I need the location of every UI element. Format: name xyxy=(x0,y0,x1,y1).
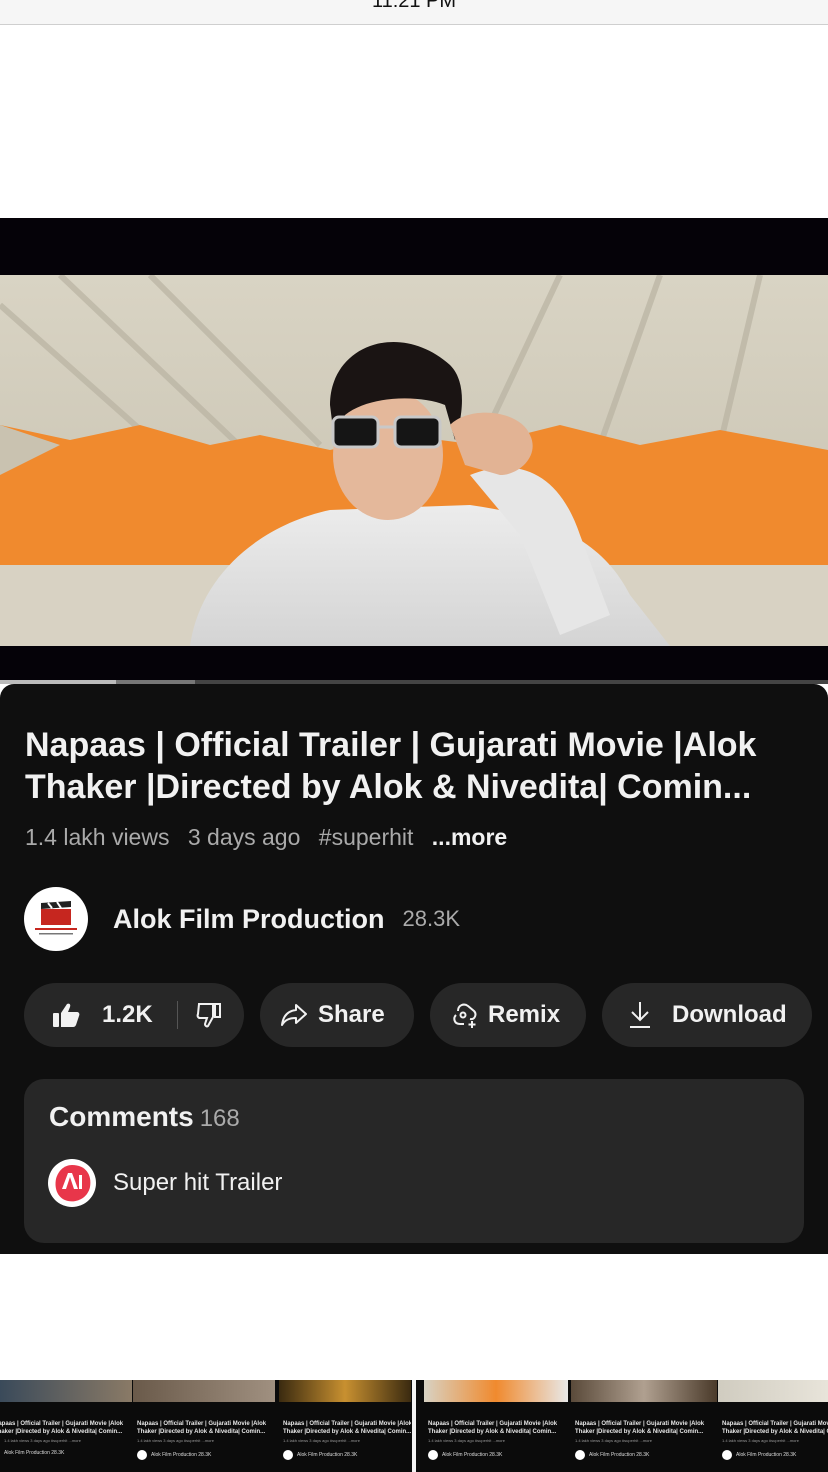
share-button[interactable]: Share xyxy=(260,983,414,1047)
hashtag[interactable]: #superhit xyxy=(319,824,414,850)
strip-meta: 1.4 lakh views 3 days ago #superhit ...m… xyxy=(137,1438,214,1443)
strip-item[interactable]: Napaas | Official Trailer | Gujarati Mov… xyxy=(424,1380,568,1472)
strip-avatar xyxy=(137,1450,147,1460)
top-comment: Super hit Trailer xyxy=(113,1169,283,1196)
related-thumbnail-strip[interactable]: Napaas | Official Trailer | Gujarati Mov… xyxy=(0,1380,828,1472)
strip-item[interactable]: Napaas | Official Trailer | Gujarati Mov… xyxy=(133,1380,275,1472)
upload-age: 3 days ago xyxy=(187,824,301,850)
strip-thumbnail xyxy=(424,1380,568,1402)
share-label: Share xyxy=(318,1001,385,1028)
strip-channel: Alok Film Production 28.3K xyxy=(137,1450,211,1460)
video-meta[interactable]: 1.4 lakh views 3 days ago #superhit ...m… xyxy=(25,824,519,851)
strip-title: Napaas | Official Trailer | Gujarati Mov… xyxy=(137,1421,267,1435)
thumbs-up-icon[interactable] xyxy=(52,1002,80,1028)
strip-meta: 1.4 lakh views 3 days ago #superhit ...m… xyxy=(722,1438,799,1443)
download-label: Download xyxy=(672,1001,787,1028)
strip-item[interactable]: Napaas | Official Trailer | Gujarati Mov… xyxy=(718,1380,828,1472)
strip-channel-name: Alok Film Production 28.3K xyxy=(4,1450,65,1456)
remix-label: Remix xyxy=(488,1001,561,1028)
strip-title: Napaas | Official Trailer | Gujarati Mov… xyxy=(428,1421,558,1435)
channel-row[interactable]: Alok Film Production 28.3K xyxy=(24,887,460,951)
strip-avatar xyxy=(283,1450,293,1460)
status-bar: 11:21 PM xyxy=(0,0,828,25)
more-link[interactable]: ...more xyxy=(432,824,507,850)
strip-channel-name: Alok Film Production 28.3K xyxy=(297,1452,358,1458)
video-title[interactable]: Napaas | Official Trailer | Gujarati Mov… xyxy=(25,724,805,808)
video-details-panel: Napaas | Official Trailer | Gujarati Mov… xyxy=(0,684,828,1254)
strip-title: Napaas | Official Trailer | Gujarati Mov… xyxy=(722,1421,828,1435)
strip-title: Napaas | Official Trailer | Gujarati Mov… xyxy=(575,1421,705,1435)
strip-channel: Alok Film Production 28.3K xyxy=(722,1450,796,1460)
strip-meta: 1.4 lakh views 3 days ago #superhit ...m… xyxy=(428,1438,505,1443)
video-player[interactable] xyxy=(0,218,828,684)
strip-channel: Alok Film Production 28.3K xyxy=(575,1450,649,1460)
strip-channel-name: Alok Film Production 28.3K xyxy=(589,1452,650,1458)
comments-header: Comments 168 xyxy=(49,1101,240,1133)
strip-title: Napaas | Official Trailer | Gujarati Mov… xyxy=(283,1421,411,1435)
strip-avatar xyxy=(722,1450,732,1460)
strip-divider xyxy=(412,1380,416,1472)
channel-avatar[interactable] xyxy=(24,887,88,951)
download-button[interactable]: Download xyxy=(602,983,812,1047)
channel-name[interactable]: Alok Film Production xyxy=(113,904,385,935)
strip-channel-name: Alok Film Production 28.3K xyxy=(442,1452,503,1458)
video-frame[interactable] xyxy=(0,275,828,646)
strip-channel: Alok Film Production 28.3K xyxy=(283,1450,357,1460)
remix-icon xyxy=(453,1003,477,1028)
strip-meta: 1.4 lakh views 3 days ago #superhit ...m… xyxy=(283,1438,360,1443)
strip-thumbnail xyxy=(0,1380,132,1402)
strip-channel: Alok Film Production 28.3K xyxy=(4,1450,64,1456)
comments-title: Comments xyxy=(49,1101,194,1132)
strip-channel-name: Alok Film Production 28.3K xyxy=(151,1452,212,1458)
strip-thumbnail xyxy=(133,1380,275,1402)
strip-meta: 1.4 lakh views 3 days ago #superhit ...m… xyxy=(575,1438,652,1443)
share-icon xyxy=(281,1004,307,1026)
strip-channel: Alok Film Production 28.3K xyxy=(428,1450,502,1460)
strip-avatar xyxy=(575,1450,585,1460)
like-divider xyxy=(176,1001,178,1029)
view-count: 1.4 lakh views xyxy=(25,824,170,850)
comments-card[interactable]: Comments 168 Super hit Trailer xyxy=(24,1079,804,1243)
strip-thumbnail xyxy=(279,1380,411,1402)
like-count[interactable]: 1.2K xyxy=(102,1001,153,1029)
strip-title: Napaas | Official Trailer | Gujarati Mov… xyxy=(0,1421,124,1435)
status-time: 11:21 PM xyxy=(371,0,457,12)
strip-meta: 1.4 lakh views 3 days ago #superhit ...m… xyxy=(4,1438,81,1443)
download-icon xyxy=(630,1002,650,1028)
remix-button[interactable]: Remix xyxy=(430,983,586,1047)
strip-thumbnail xyxy=(571,1380,717,1402)
strip-avatar xyxy=(428,1450,438,1460)
strip-item[interactable]: Napaas | Official Trailer | Gujarati Mov… xyxy=(279,1380,411,1472)
strip-channel-name: Alok Film Production 28.3K xyxy=(736,1452,797,1458)
ai-logo-icon xyxy=(48,1159,96,1207)
thumbs-down-icon[interactable] xyxy=(196,1002,222,1028)
strip-item[interactable]: Napaas | Official Trailer | Gujarati Mov… xyxy=(571,1380,717,1472)
comments-count: 168 xyxy=(199,1105,240,1132)
like-dislike-group: 1.2K xyxy=(24,983,244,1047)
subscriber-count: 28.3K xyxy=(402,906,461,931)
strip-item[interactable]: Napaas | Official Trailer | Gujarati Mov… xyxy=(0,1380,132,1472)
strip-thumbnail xyxy=(718,1380,828,1402)
clapperboard-logo-icon xyxy=(35,901,77,935)
